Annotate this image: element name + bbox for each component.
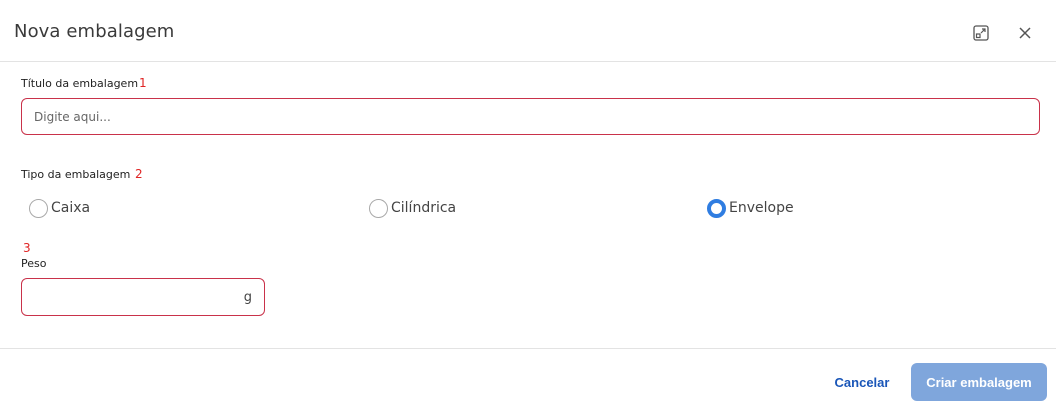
step-number-2: 2 xyxy=(135,167,143,181)
step-number-1: 1 xyxy=(139,76,147,90)
radio-circle[interactable] xyxy=(369,198,388,218)
title-field-label: Título da embalagem xyxy=(21,77,139,90)
title-input-wrapper xyxy=(21,98,1040,135)
radio-circle-selected[interactable] xyxy=(707,198,726,218)
close-icon[interactable] xyxy=(1016,24,1034,42)
radio-label: Cilíndrica xyxy=(391,200,457,216)
weight-input[interactable] xyxy=(22,279,222,315)
radio-label: Caixa xyxy=(51,200,91,216)
footer-divider xyxy=(0,348,1056,349)
radio-option-caixa[interactable]: Caixa xyxy=(29,198,90,218)
expand-icon[interactable] xyxy=(972,24,990,42)
title-input[interactable] xyxy=(22,99,1039,134)
create-package-button[interactable]: Criar embalagem xyxy=(911,363,1047,401)
radio-label: Envelope xyxy=(729,200,794,216)
dialog-title: Nova embalagem xyxy=(14,21,175,42)
radio-circle[interactable] xyxy=(29,198,48,218)
radio-option-envelope[interactable]: Envelope xyxy=(707,198,794,218)
weight-input-wrapper: g xyxy=(21,278,265,316)
radio-option-cilindrica[interactable]: Cilíndrica xyxy=(369,198,456,218)
cancel-button[interactable]: Cancelar xyxy=(826,364,898,400)
type-field-label: Tipo da embalagem xyxy=(21,168,131,181)
weight-field-label: Peso xyxy=(21,257,47,270)
dialog-header: Nova embalagem xyxy=(0,0,1056,62)
step-number-3: 3 xyxy=(23,241,31,255)
weight-unit: g xyxy=(243,290,252,305)
